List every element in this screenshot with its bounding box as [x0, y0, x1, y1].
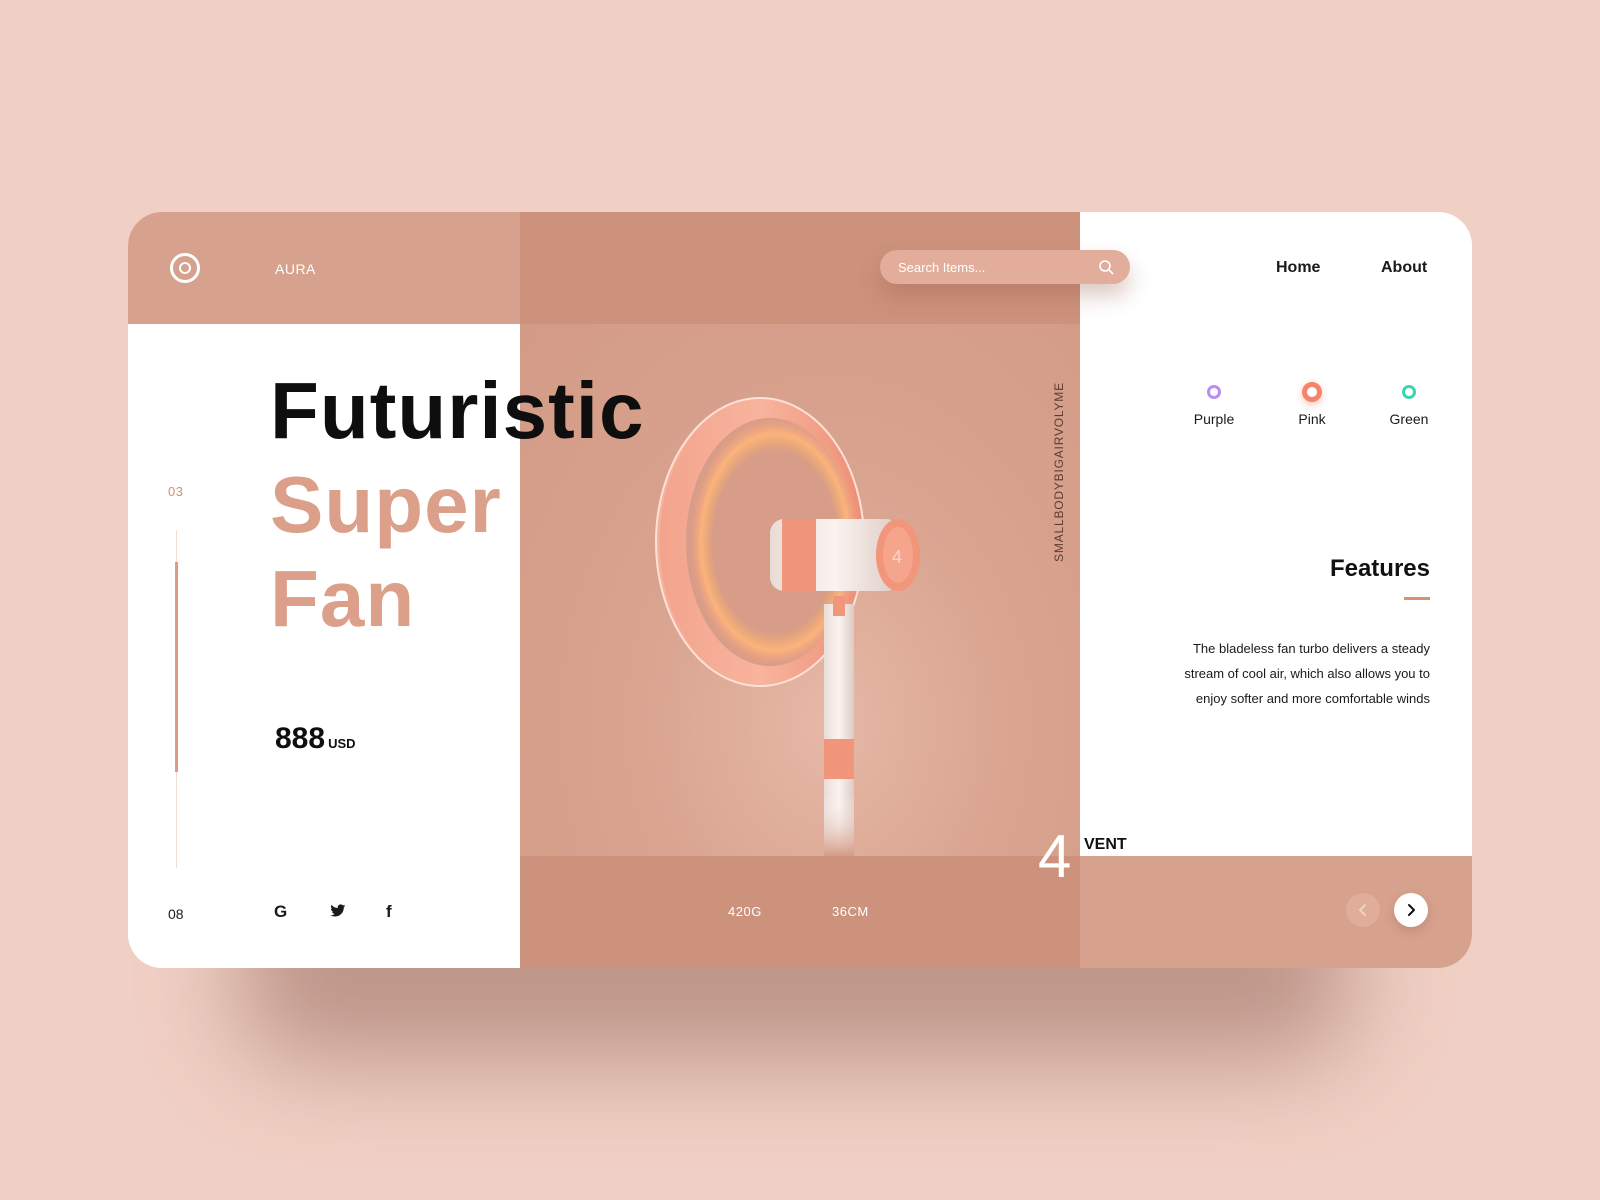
features-description: The bladeless fan turbo delivers a stead… — [1184, 641, 1430, 706]
price: 888 USD — [275, 722, 356, 756]
search-icon[interactable] — [1098, 259, 1114, 275]
svg-text:4: 4 — [892, 547, 902, 567]
hero-title-line-1: Futuristic — [270, 366, 645, 455]
spec-weight: 420G — [728, 904, 762, 919]
price-currency: USD — [328, 736, 356, 751]
hero-title: Futuristic Super Fan — [270, 364, 644, 646]
nav-about-link[interactable]: About — [1381, 259, 1427, 277]
product-tagline-vertical: SMALLBODYBIGAIRVOLYME — [1052, 382, 1066, 562]
color-swatch-green[interactable] — [1402, 385, 1416, 399]
color-label-purple: Purple — [1193, 411, 1235, 427]
twitter-icon[interactable] — [330, 904, 346, 918]
color-option-purple[interactable]: Purple — [1174, 382, 1254, 427]
color-label-green: Green — [1389, 411, 1429, 427]
product-card: 4 AURA Home About Futuristic Super Fan 0… — [128, 212, 1472, 968]
chevron-right-icon — [1408, 904, 1415, 916]
next-button[interactable] — [1394, 893, 1428, 927]
spec-size: 36CM — [832, 904, 869, 919]
google-icon[interactable]: G — [274, 902, 287, 922]
page: 4 AURA Home About Futuristic Super Fan 0… — [0, 0, 1600, 1200]
nav-home-link[interactable]: Home — [1276, 259, 1320, 277]
color-option-green[interactable]: Green — [1369, 382, 1449, 427]
brand-name: AURA — [275, 261, 316, 277]
slide-progress-fill — [175, 562, 178, 772]
features-underline — [1404, 597, 1430, 600]
search-input[interactable] — [898, 258, 1088, 276]
previous-button[interactable] — [1346, 893, 1380, 927]
facebook-icon[interactable]: f — [386, 902, 392, 922]
price-amount: 888 — [275, 722, 326, 755]
slide-total-number: 08 — [168, 906, 184, 922]
right-content-panel — [1080, 212, 1472, 856]
middle-footer-panel — [520, 856, 1080, 968]
features-title: Features — [1329, 555, 1430, 582]
hero-title-line-2: Super — [270, 460, 502, 549]
chevron-left-icon — [1359, 904, 1366, 916]
vent-number: 4 — [1038, 823, 1072, 890]
slide-current-number: 03 — [168, 484, 184, 499]
hero-title-line-3: Fan — [270, 554, 416, 643]
logo-icon[interactable] — [170, 253, 200, 283]
color-option-pink[interactable]: Pink — [1272, 382, 1352, 427]
color-swatch-purple[interactable] — [1207, 385, 1221, 399]
vent-label: VENT — [1084, 836, 1127, 853]
search-box[interactable] — [880, 250, 1130, 284]
color-label-pink: Pink — [1298, 411, 1326, 427]
color-swatch-pink[interactable] — [1302, 382, 1322, 402]
